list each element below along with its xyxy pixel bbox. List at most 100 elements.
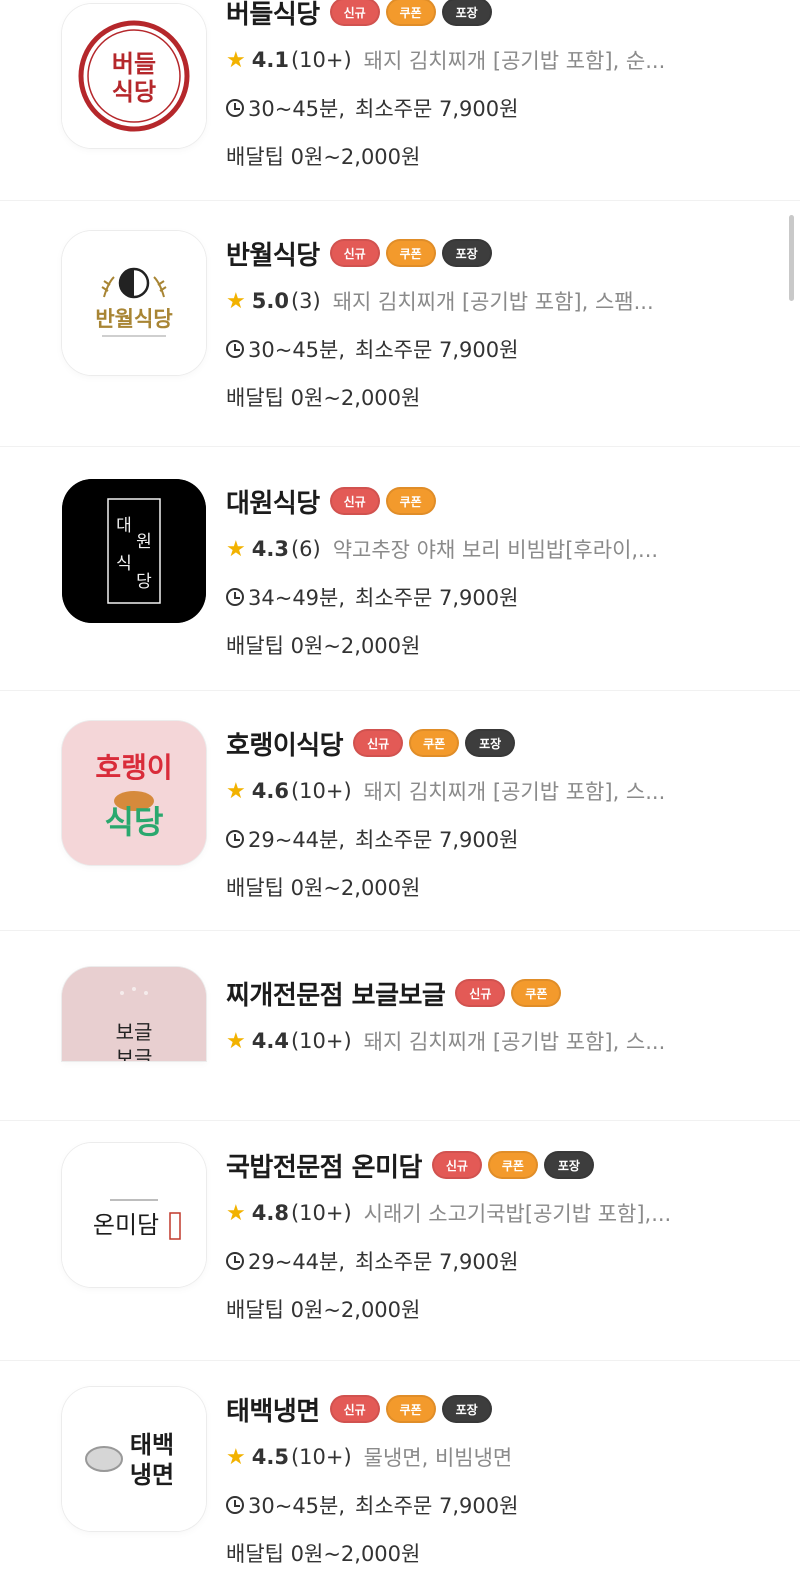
logo-text-line1: 호랭이 — [95, 751, 172, 784]
tip-row: 배달팁 0원~2,000원 — [226, 1535, 776, 1571]
menu-summary: 물냉면, 비빔냉면 — [363, 1446, 513, 1470]
restaurant-name: 국밥전문점 온미담 — [226, 1152, 422, 1183]
logo-text-line1: 보글 — [116, 1020, 153, 1044]
delivery-row: 30~45분, 최소주문 7,900원 — [226, 331, 776, 367]
menu-summary: 약고추장 야채 보리 비빔밥[후라이,... — [332, 538, 659, 562]
takeout-badge: 포장 — [465, 729, 516, 757]
tip-row: 배달팁 0원~2,000원 — [226, 379, 776, 415]
restaurant-card[interactable]: 태백 냉면 태백냉면 신규 쿠폰 포장 ★ 4.5 (10+) 물냉면, 비빔냉… — [0, 1360, 800, 1566]
new-badge: 신규 — [329, 1395, 380, 1423]
clock-icon — [226, 1496, 244, 1514]
tip-row: 배달팁 0원~2,000원 — [226, 869, 776, 905]
delivery-row: 29~44분, 최소주문 7,900원 — [226, 1243, 776, 1279]
rating-value: 4.1 — [251, 48, 289, 72]
review-count: (6) — [290, 537, 321, 561]
tip-row: 배달팁 0원~2,000원 — [226, 138, 776, 174]
restaurant-logo[interactable]: 온미담 — [62, 1143, 206, 1287]
delivery-tip: 배달팁 0원~2,000원 — [226, 634, 421, 658]
menu-summary: 돼지 김치찌개 [공기밥 포함], 스... — [363, 780, 666, 804]
logo-text-line2: 식당 — [105, 803, 164, 841]
rating-row: ★ 4.6 (10+) 돼지 김치찌개 [공기밥 포함], 스... — [226, 773, 776, 809]
logo-text-line2: 식당 — [112, 78, 156, 106]
menu-summary: 돼지 김치찌개 [공기밥 포함], 스... — [363, 1030, 666, 1054]
restaurant-info: 버들식당 신규 쿠폰 포장 ★ 4.1 (10+) 돼지 김치찌개 [공기밥 포… — [226, 0, 776, 174]
name-row: 태백냉면 신규 쿠폰 포장 — [226, 1391, 776, 1427]
rating-row: ★ 4.1 (10+) 돼지 김치찌개 [공기밥 포함], 순... — [226, 42, 776, 78]
minimum-order: 최소주문 7,900원 — [355, 586, 519, 610]
star-icon: ★ — [226, 1028, 246, 1054]
takeout-badge: 포장 — [543, 1151, 594, 1179]
coupon-badge: 쿠폰 — [385, 487, 436, 515]
restaurant-list: 버들 식당 버들식당 신규 쿠폰 포장 ★ 4.1 (10+) 돼지 김치찌개 … — [0, 0, 800, 1566]
restaurant-name: 찌개전문점 보글보글 — [226, 980, 446, 1011]
restaurant-card[interactable]: 온미담 국밥전문점 온미담 신규 쿠폰 포장 ★ 4.8 (10+) 시래기 소… — [0, 1120, 800, 1341]
rating-row: ★ 4.3 (6) 약고추장 야채 보리 비빔밥[후라이,... — [226, 531, 776, 567]
restaurant-logo[interactable]: 버들 식당 — [62, 4, 206, 148]
takeout-badge: 포장 — [441, 1395, 492, 1423]
restaurant-card[interactable]: 대 원 식 당 대원식당 신규 쿠폰 ★ 4.3 (6) 약고추장 야채 보리 … — [0, 446, 800, 667]
bogeul-logo-image: 보글 보글 — [62, 967, 206, 1061]
name-row: 국밥전문점 온미담 신규 쿠폰 포장 — [226, 1147, 776, 1183]
star-icon: ★ — [226, 536, 246, 562]
minimum-order: 최소주문 7,900원 — [355, 828, 519, 852]
restaurant-info: 대원식당 신규 쿠폰 ★ 4.3 (6) 약고추장 야채 보리 비빔밥[후라이,… — [226, 483, 776, 663]
coupon-badge: 쿠폰 — [409, 729, 460, 757]
menu-summary: 돼지 김치찌개 [공기밥 포함], 스팸... — [332, 290, 654, 314]
restaurant-card[interactable]: 버들 식당 버들식당 신규 쿠폰 포장 ★ 4.1 (10+) 돼지 김치찌개 … — [0, 0, 800, 200]
review-count: (3) — [290, 289, 321, 313]
new-badge: 신규 — [329, 239, 380, 267]
star-icon: ★ — [226, 1200, 246, 1226]
restaurant-logo[interactable]: 보글 보글 — [62, 967, 206, 1061]
delivery-tip: 배달팁 0원~2,000원 — [226, 386, 421, 410]
delivery-time: 29~44분, — [248, 1250, 346, 1274]
tip-row: 배달팁 0원~2,000원 — [226, 1291, 776, 1327]
minimum-order: 최소주문 7,900원 — [355, 1494, 519, 1518]
clock-icon — [226, 1252, 244, 1270]
delivery-tip: 배달팁 0원~2,000원 — [226, 1298, 421, 1322]
review-count: (10+) — [290, 1029, 352, 1053]
restaurant-info: 호랭이식당 신규 쿠폰 포장 ★ 4.6 (10+) 돼지 김치찌개 [공기밥 … — [226, 725, 776, 905]
restaurant-card[interactable]: 호랭이 식당 호랭이식당 신규 쿠폰 포장 ★ 4.6 (10+) 돼지 김치찌… — [0, 690, 800, 911]
restaurant-card[interactable]: 반월식당 반월식당 신규 쿠폰 포장 ★ 5.0 (3) 돼지 김치찌개 [공기… — [0, 200, 800, 421]
minimum-order: 최소주문 7,900원 — [355, 338, 519, 362]
new-badge: 신규 — [431, 1151, 482, 1179]
restaurant-logo[interactable]: 호랭이 식당 — [62, 721, 206, 865]
delivery-tip: 배달팁 0원~2,000원 — [226, 1542, 421, 1566]
delivery-time: 29~44분, — [248, 828, 346, 852]
star-icon: ★ — [226, 1444, 246, 1470]
review-count: (10+) — [290, 1201, 352, 1225]
restaurant-name: 태백냉면 — [226, 1396, 320, 1427]
delivery-row: 30~45분, 최소주문 7,900원 — [226, 1487, 776, 1523]
scrollbar[interactable] — [789, 215, 794, 301]
logo-text: 온미담 — [93, 1211, 159, 1239]
restaurant-logo[interactable]: 대 원 식 당 — [62, 479, 206, 623]
rating-row: ★ 4.5 (10+) 물냉면, 비빔냉면 — [226, 1439, 776, 1475]
logo-text-line1: 태백 — [130, 1431, 174, 1459]
clock-icon — [226, 99, 244, 117]
coupon-badge: 쿠폰 — [385, 239, 436, 267]
takeout-badge: 포장 — [441, 0, 492, 26]
restaurant-name: 호랭이식당 — [226, 730, 344, 761]
beodeul-logo-image: 버들 식당 — [62, 4, 206, 148]
restaurant-info: 태백냉면 신규 쿠폰 포장 ★ 4.5 (10+) 물냉면, 비빔냉면 30~4… — [226, 1391, 776, 1571]
delivery-row: 30~45분, 최소주문 7,900원 — [226, 90, 776, 126]
rating-value: 4.4 — [251, 1029, 289, 1053]
rating-value: 4.5 — [251, 1445, 289, 1469]
delivery-row: 34~49분, 최소주문 7,900원 — [226, 579, 776, 615]
rating-row: ★ 4.8 (10+) 시래기 소고기국밥[공기밥 포함],... — [226, 1195, 776, 1231]
takeout-badge: 포장 — [441, 239, 492, 267]
onmidam-logo-image: 온미담 — [62, 1143, 206, 1287]
logo-text: 반월식당 — [95, 307, 172, 331]
restaurant-name: 대원식당 — [226, 488, 320, 519]
logo-text-line1: 버들 — [112, 50, 156, 78]
rating-row: ★ 4.4 (10+) 돼지 김치찌개 [공기밥 포함], 스... — [226, 1023, 776, 1059]
restaurant-logo[interactable]: 태백 냉면 — [62, 1387, 206, 1531]
coupon-badge: 쿠폰 — [385, 0, 436, 26]
rating-value: 4.3 — [251, 537, 289, 561]
name-row: 호랭이식당 신규 쿠폰 포장 — [226, 725, 776, 761]
restaurant-info: 반월식당 신규 쿠폰 포장 ★ 5.0 (3) 돼지 김치찌개 [공기밥 포함]… — [226, 235, 776, 415]
restaurant-logo[interactable]: 반월식당 — [62, 231, 206, 375]
restaurant-card[interactable]: 보글 보글 찌개전문점 보글보글 신규 쿠폰 ★ 4.4 (10+) 돼지 김치… — [0, 930, 800, 1087]
banwol-logo-image: 반월식당 — [62, 231, 206, 375]
clock-icon — [226, 340, 244, 358]
